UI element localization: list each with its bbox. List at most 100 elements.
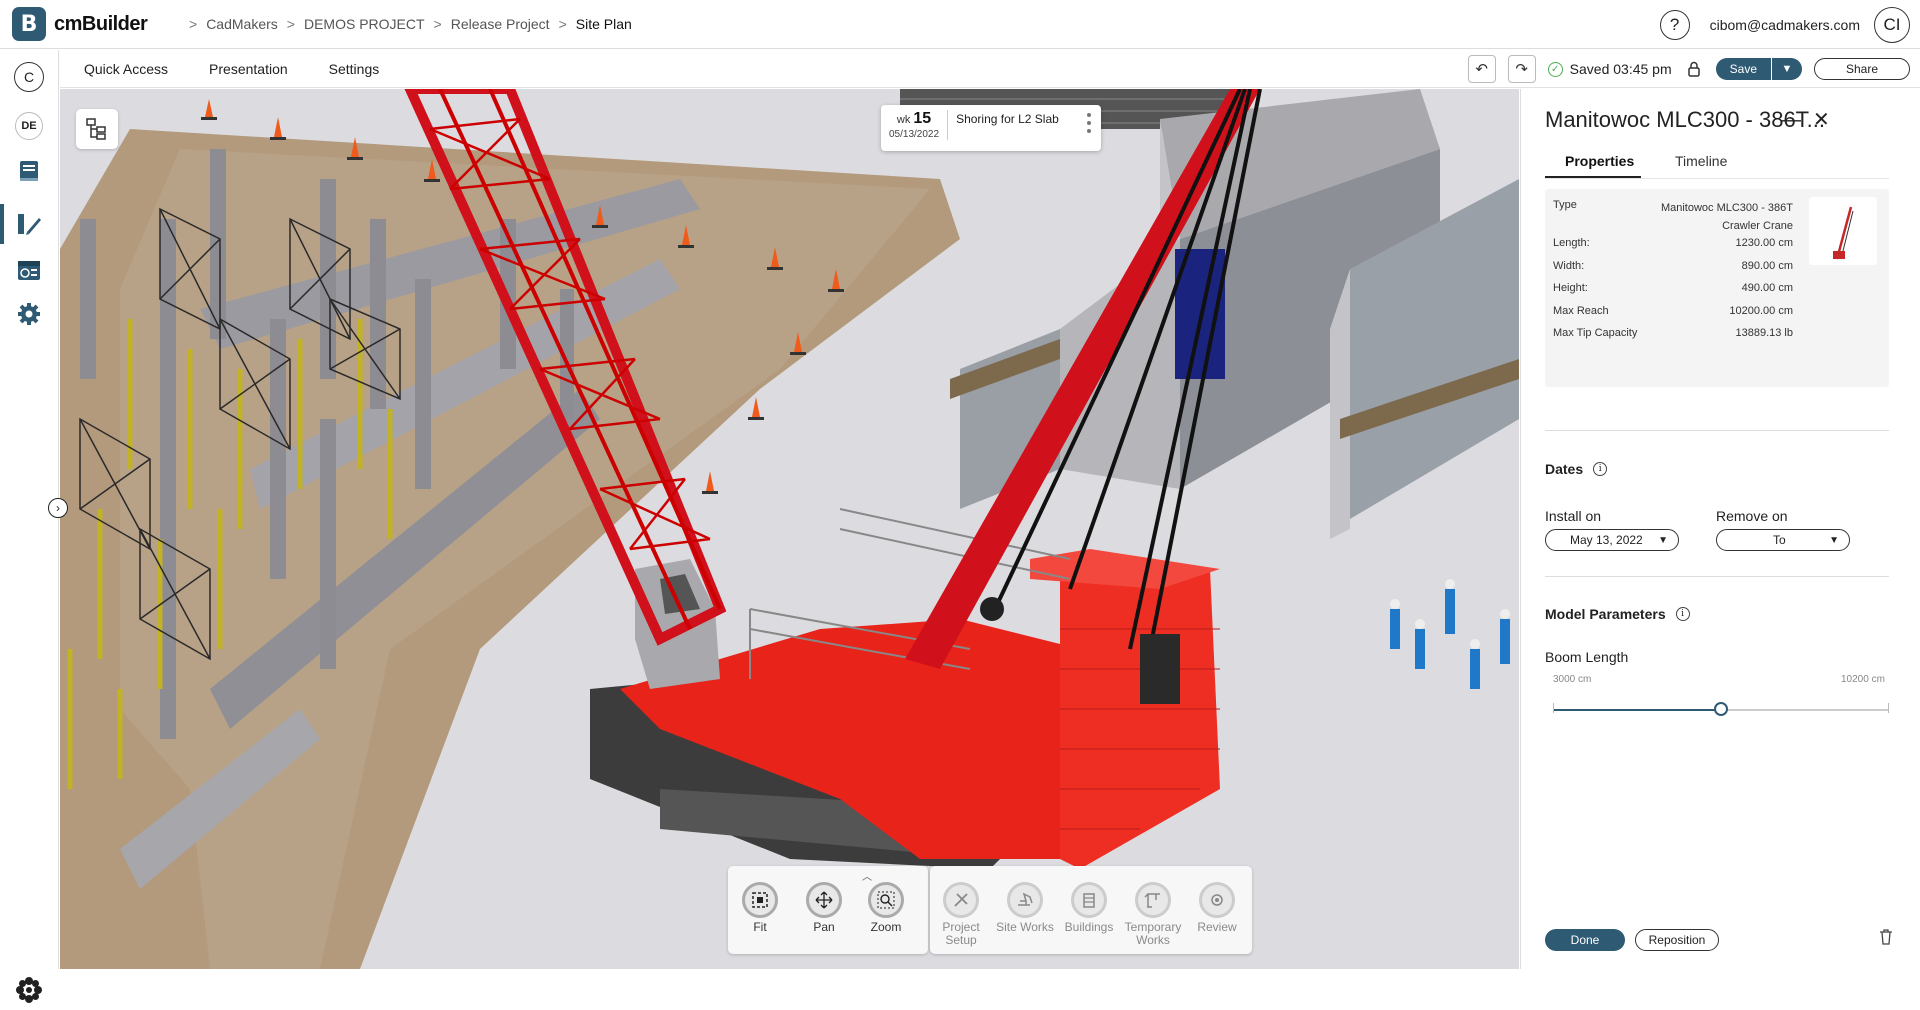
settings-gear-icon[interactable] bbox=[14, 299, 44, 329]
dates-title: Dates bbox=[1545, 461, 1584, 477]
breadcrumb-item[interactable]: Release Project bbox=[451, 16, 550, 32]
trash-icon[interactable] bbox=[1879, 929, 1893, 950]
chevron-right-icon: > bbox=[558, 16, 567, 32]
review-button[interactable]: Review bbox=[1187, 882, 1247, 934]
review-icon bbox=[1199, 882, 1235, 918]
menu-settings[interactable]: Settings bbox=[329, 61, 380, 77]
top-bar: B cmBuilder > CadMakers > DEMOS PROJECT … bbox=[0, 0, 1920, 49]
main-toolbar: Quick Access Presentation Settings ↶ ↷ ✓… bbox=[60, 50, 1920, 88]
tab-properties[interactable]: Properties bbox=[1565, 153, 1634, 169]
crane-icon bbox=[1135, 882, 1171, 918]
lock-icon[interactable] bbox=[1684, 55, 1704, 83]
slider-fill bbox=[1553, 709, 1721, 711]
tab-timeline[interactable]: Timeline bbox=[1675, 153, 1727, 169]
divider bbox=[1545, 576, 1889, 577]
zoom-button[interactable]: Zoom bbox=[856, 882, 916, 934]
slider-tick bbox=[1888, 703, 1889, 713]
building-icon bbox=[1071, 882, 1107, 918]
avatar[interactable]: CI bbox=[1874, 7, 1910, 43]
done-button[interactable]: Done bbox=[1545, 929, 1625, 951]
slider-tick bbox=[1553, 703, 1554, 713]
minimize-icon[interactable]: — bbox=[1781, 109, 1801, 132]
apps-menu-icon[interactable] bbox=[14, 975, 44, 1010]
scene-tree-button[interactable] bbox=[76, 109, 118, 149]
schedule-icon[interactable] bbox=[14, 255, 44, 285]
chevron-right-icon: > bbox=[433, 16, 442, 32]
save-options-chevron-down-icon[interactable]: ▼ bbox=[1772, 58, 1802, 80]
breadcrumb-current: Site Plan bbox=[575, 16, 632, 32]
temporary-works-label: Temporary Works bbox=[1124, 920, 1182, 947]
install-on-label: Install on bbox=[1545, 508, 1602, 524]
model-parameters-title: Model Parameters bbox=[1545, 606, 1666, 622]
caret-down-icon: ▼ bbox=[1658, 534, 1668, 546]
property-value: 890.00 cm bbox=[1741, 260, 1793, 272]
user-email[interactable]: cibom@cadmakers.com bbox=[1710, 17, 1860, 33]
property-row: Length: 1230.00 cm bbox=[1553, 237, 1793, 249]
3d-viewport[interactable]: wk 15 05/13/2022 Shoring for L2 Slab ︿ Fi… bbox=[60, 89, 1519, 969]
remove-date-select[interactable]: To ▼ bbox=[1716, 529, 1850, 551]
redo-icon[interactable]: ↷ bbox=[1507, 55, 1536, 83]
buildings-label: Buildings bbox=[1064, 920, 1114, 934]
help-icon[interactable]: ? bbox=[1659, 10, 1690, 40]
project-setup-button[interactable]: Project Setup bbox=[931, 882, 991, 947]
info-icon[interactable]: i bbox=[1675, 607, 1690, 621]
expand-sidebar-chevron-icon[interactable]: › bbox=[48, 498, 68, 518]
fit-label: Fit bbox=[753, 920, 767, 934]
menu-quick-access[interactable]: Quick Access bbox=[84, 61, 168, 77]
hierarchy-icon bbox=[86, 118, 106, 140]
toolbar-actions: ↶ ↷ ✓ Saved 03:45 pm Save ▼ Share bbox=[1467, 55, 1910, 83]
site-scene bbox=[60, 89, 1519, 969]
active-tab-underline bbox=[1545, 176, 1641, 178]
boom-min-label: 3000 cm bbox=[1553, 674, 1592, 685]
more-vertical-icon[interactable] bbox=[1087, 113, 1091, 137]
properties-panel: Manitowoc MLC300 - 386T... — ✕ Propertie… bbox=[1520, 89, 1920, 969]
close-icon[interactable]: ✕ bbox=[1813, 107, 1830, 132]
reposition-button[interactable]: Reposition bbox=[1635, 929, 1719, 951]
boom-length-slider[interactable] bbox=[1553, 702, 1889, 716]
week-block: wk 15 05/13/2022 bbox=[889, 110, 949, 140]
excavator-icon bbox=[1007, 882, 1043, 918]
model-parameters-section-title: Model Parameters i bbox=[1545, 606, 1690, 622]
user-area: ? cibom@cadmakers.com CI bbox=[1659, 7, 1910, 43]
undo-icon[interactable]: ↶ bbox=[1467, 55, 1496, 83]
company-icon[interactable]: C bbox=[14, 62, 44, 92]
pan-button[interactable]: Pan bbox=[794, 882, 854, 934]
active-indicator bbox=[0, 204, 4, 244]
buildings-button[interactable]: Buildings bbox=[1059, 882, 1119, 934]
chevron-right-icon: > bbox=[189, 16, 198, 32]
app-name: cmBuilder bbox=[54, 12, 148, 35]
panel-tabs: Properties Timeline bbox=[1545, 149, 1889, 179]
property-row: Width: 890.00 cm bbox=[1553, 260, 1793, 272]
divider bbox=[1545, 430, 1889, 431]
share-button[interactable]: Share bbox=[1814, 58, 1910, 80]
boom-length-label: Boom Length bbox=[1545, 649, 1629, 665]
breadcrumb-item[interactable]: DEMOS PROJECT bbox=[304, 16, 425, 32]
chevron-up-icon[interactable]: ︿ bbox=[862, 868, 872, 883]
caret-down-icon: ▼ bbox=[1829, 534, 1839, 546]
schedule-card[interactable]: wk 15 05/13/2022 Shoring for L2 Slab bbox=[881, 105, 1101, 151]
property-label: Max Tip Capacity bbox=[1553, 327, 1638, 339]
week-row: wk 15 bbox=[889, 110, 939, 128]
temporary-works-button[interactable]: Temporary Works bbox=[1123, 882, 1183, 947]
info-icon[interactable]: i bbox=[1593, 462, 1608, 476]
saved-text: Saved 03:45 pm bbox=[1569, 61, 1672, 77]
region-badge[interactable]: DE bbox=[15, 112, 43, 140]
fit-button[interactable]: Fit bbox=[730, 882, 790, 934]
property-label: Max Reach bbox=[1553, 305, 1609, 317]
slider-handle[interactable] bbox=[1714, 702, 1728, 716]
book-icon[interactable] bbox=[14, 156, 44, 186]
check-icon: ✓ bbox=[1547, 61, 1563, 77]
app-logo[interactable]: B cmBuilder bbox=[12, 7, 162, 41]
site-works-button[interactable]: Site Works bbox=[995, 882, 1055, 934]
property-label: Width: bbox=[1553, 260, 1585, 272]
property-label: Length: bbox=[1553, 237, 1590, 249]
pan-label: Pan bbox=[813, 920, 835, 934]
design-icon[interactable] bbox=[14, 209, 44, 239]
remove-date-value: To bbox=[1773, 533, 1786, 547]
fit-icon bbox=[742, 882, 778, 918]
task-name: Shoring for L2 Slab bbox=[956, 112, 1059, 126]
menu-presentation[interactable]: Presentation bbox=[209, 61, 288, 77]
install-date-select[interactable]: May 13, 2022 ▼ bbox=[1545, 529, 1679, 551]
breadcrumb-item[interactable]: CadMakers bbox=[206, 16, 278, 32]
save-button[interactable]: Save bbox=[1715, 58, 1771, 80]
